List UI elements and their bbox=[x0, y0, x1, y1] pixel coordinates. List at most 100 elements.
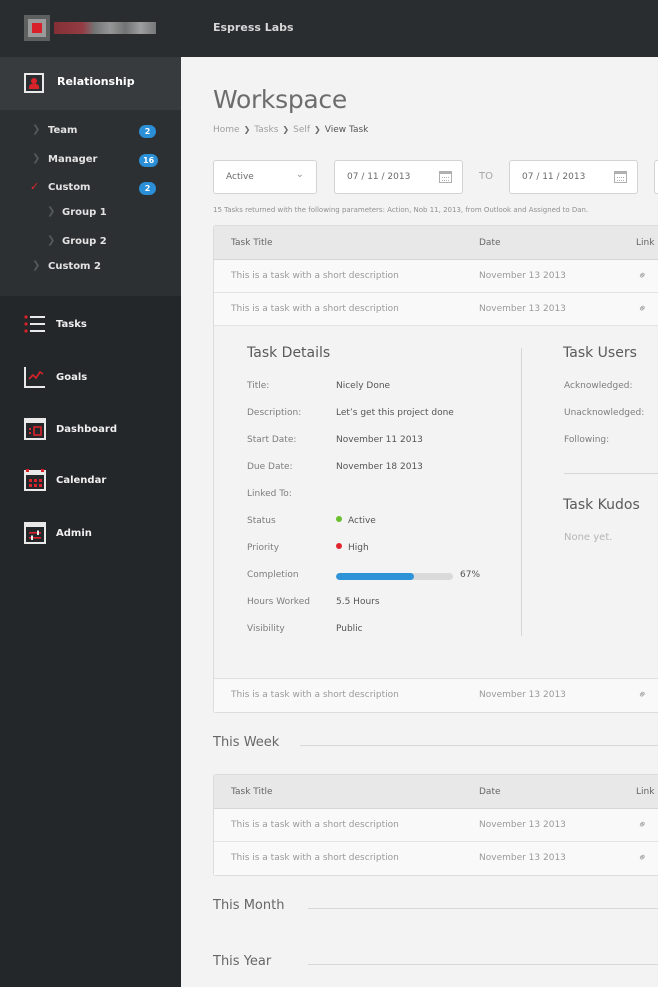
task-date: November 13 2013 bbox=[479, 853, 566, 863]
task-kudos-heading: Task Kudos bbox=[563, 497, 640, 513]
table-header: Task Title Date Link bbox=[214, 775, 658, 809]
table-row[interactable]: This is a task with a short description … bbox=[214, 842, 658, 875]
status-select-value: Active bbox=[226, 172, 254, 182]
column-header-link[interactable]: Link bbox=[636, 787, 654, 797]
tree-item-group-2[interactable]: ❯ Group 2 bbox=[0, 232, 181, 252]
section-divider bbox=[308, 964, 658, 965]
link-icon[interactable]: ⚭ bbox=[635, 687, 651, 703]
kudos-empty-text: None yet. bbox=[564, 532, 613, 543]
task-title: This is a task with a short description bbox=[231, 271, 399, 281]
detail-value: November 11 2013 bbox=[336, 435, 423, 445]
tree-item-custom[interactable]: ✓ Custom 2 bbox=[0, 178, 181, 198]
sidebar-item-label: Dashboard bbox=[56, 424, 117, 435]
tree-item-team[interactable]: ❯ Team 2 bbox=[0, 121, 181, 141]
extra-filter-input[interactable] bbox=[654, 160, 658, 194]
link-icon[interactable]: ⚭ bbox=[635, 850, 651, 866]
sidebar-item-label: Tasks bbox=[56, 319, 87, 330]
column-header-date[interactable]: Date bbox=[479, 238, 501, 248]
column-header-title[interactable]: Task Title bbox=[231, 787, 273, 797]
to-date-input[interactable]: 07 / 11 / 2013 bbox=[509, 160, 638, 194]
column-header-date[interactable]: Date bbox=[479, 787, 501, 797]
breadcrumb-current: View Task bbox=[324, 125, 369, 135]
breadcrumb-home[interactable]: Home bbox=[213, 125, 240, 135]
sidebar-item-tasks[interactable]: Tasks bbox=[0, 301, 181, 341]
column-header-title[interactable]: Task Title bbox=[231, 238, 273, 248]
sidebar-item-relationship[interactable]: Relationship bbox=[0, 57, 181, 110]
from-date-input[interactable]: 07 / 11 / 2013 bbox=[334, 160, 463, 194]
task-users-heading: Task Users bbox=[563, 345, 637, 361]
tree-item-manager[interactable]: ❯ Manager 16 bbox=[0, 150, 181, 170]
detail-start-date: Start Date: November 11 2013 bbox=[247, 435, 507, 449]
sidebar-item-calendar[interactable]: Calendar bbox=[0, 457, 181, 497]
breadcrumb-tasks[interactable]: Tasks bbox=[254, 125, 278, 135]
chevron-right-icon: ❯ bbox=[32, 260, 41, 271]
detail-label: Description: bbox=[247, 408, 302, 418]
table-row[interactable]: This is a task with a short description … bbox=[214, 809, 658, 842]
page-title: Workspace bbox=[213, 85, 347, 114]
tree-item-group-1[interactable]: ❯ Group 1 bbox=[0, 203, 181, 223]
detail-linked-to: Linked To: bbox=[247, 489, 507, 503]
link-icon[interactable]: ⚭ bbox=[635, 268, 651, 284]
logo-icon bbox=[24, 15, 50, 41]
section-this-month-heading: This Month bbox=[213, 898, 285, 913]
logo[interactable] bbox=[0, 0, 181, 57]
calendar-icon[interactable] bbox=[439, 171, 452, 183]
detail-label: Title: bbox=[247, 381, 270, 391]
table-row[interactable]: This is a task with a short description … bbox=[214, 260, 658, 293]
org-name: Espress Labs bbox=[213, 21, 294, 34]
users-following-label: Following: bbox=[564, 435, 610, 445]
link-icon[interactable]: ⚭ bbox=[635, 301, 651, 317]
detail-hours-worked: Hours Worked 5.5 Hours bbox=[247, 597, 507, 611]
to-date-value: 07 / 11 / 2013 bbox=[522, 172, 586, 182]
task-date: November 13 2013 bbox=[479, 820, 566, 830]
task-title: This is a task with a short description bbox=[231, 853, 399, 863]
table-header: Task Title Date Link bbox=[214, 226, 658, 260]
section-this-year-heading: This Year bbox=[213, 954, 272, 969]
task-title: This is a task with a short description bbox=[231, 304, 399, 314]
priority-value: High bbox=[336, 543, 369, 553]
task-details-panel: Task Details Title: Nicely Done Descript… bbox=[214, 326, 658, 679]
sidebar-item-goals[interactable]: Goals bbox=[0, 354, 181, 394]
section-divider bbox=[300, 745, 658, 746]
detail-title: Title: Nicely Done bbox=[247, 381, 507, 395]
detail-label: Hours Worked bbox=[247, 597, 310, 607]
sidebar-item-dashboard[interactable]: Dashboard bbox=[0, 406, 181, 446]
relationship-tree: ❯ Team 2 ❯ Manager 16 ✓ Custom 2 ❯ Group… bbox=[0, 110, 181, 296]
detail-value: November 18 2013 bbox=[336, 462, 423, 472]
tree-item-custom-2[interactable]: ❯ Custom 2 bbox=[0, 257, 181, 277]
sidebar: Relationship ❯ Team 2 ❯ Manager 16 ✓ Cus… bbox=[0, 0, 181, 987]
detail-value: Nicely Done bbox=[336, 381, 391, 391]
main-content: Workspace Home ❯ Tasks ❯ Self ❯ View Task Acti… bbox=[181, 57, 658, 987]
task-date: November 13 2013 bbox=[479, 304, 566, 314]
column-header-link[interactable]: Link bbox=[636, 238, 654, 248]
table-row[interactable]: This is a task with a short description … bbox=[214, 293, 658, 326]
task-title: This is a task with a short description bbox=[231, 820, 399, 830]
to-label: TO bbox=[479, 171, 493, 182]
table-row[interactable]: This is a task with a short description … bbox=[214, 679, 658, 712]
chevron-right-icon: ❯ bbox=[32, 153, 41, 164]
status-select[interactable]: Active ⌄ bbox=[213, 160, 317, 194]
chevron-right-icon: ❯ bbox=[32, 124, 41, 135]
priority-dot-icon bbox=[336, 543, 342, 549]
sidebar-item-admin[interactable]: Admin bbox=[0, 510, 181, 550]
breadcrumb-self[interactable]: Self bbox=[293, 125, 310, 135]
users-unacknowledged-label: Unacknowledged: bbox=[564, 408, 645, 418]
completion-progress-bar bbox=[336, 573, 453, 580]
breadcrumb-separator-icon: ❯ bbox=[282, 125, 290, 134]
detail-value: Public bbox=[336, 624, 363, 634]
detail-label: Linked To: bbox=[247, 489, 292, 499]
priority-text: High bbox=[348, 543, 369, 553]
breadcrumb-separator-icon: ❯ bbox=[243, 125, 251, 134]
chevron-right-icon: ❯ bbox=[47, 235, 56, 246]
detail-visibility: Visibility Public bbox=[247, 624, 507, 638]
link-icon[interactable]: ⚭ bbox=[635, 817, 651, 833]
detail-due-date: Due Date: November 18 2013 bbox=[247, 462, 507, 476]
detail-description: Description: Let’s get this project done bbox=[247, 408, 507, 422]
result-summary: 15 Tasks returned with the following par… bbox=[213, 206, 589, 214]
breadcrumb-separator-icon: ❯ bbox=[314, 125, 321, 134]
calendar-icon[interactable] bbox=[614, 171, 627, 183]
admin-icon bbox=[24, 522, 46, 544]
tree-item-label: Custom bbox=[48, 182, 91, 193]
detail-completion: Completion 67% bbox=[247, 570, 507, 584]
sidebar-item-label: Goals bbox=[56, 372, 88, 383]
